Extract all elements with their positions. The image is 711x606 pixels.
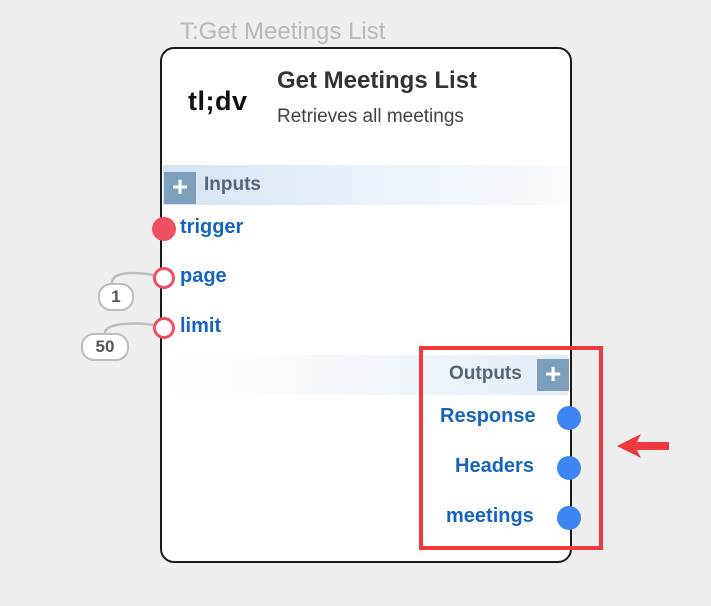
node-subtitle: Retrieves all meetings bbox=[277, 106, 464, 127]
limit-port[interactable] bbox=[153, 317, 175, 339]
node-tag: T:Get Meetings List bbox=[180, 18, 386, 45]
add-input-button[interactable]: + bbox=[164, 172, 196, 204]
input-trigger-label: trigger bbox=[180, 216, 244, 238]
node-title: Get Meetings List bbox=[277, 67, 478, 94]
tldv-logo: tl;dv bbox=[188, 86, 248, 116]
outputs-highlight-box bbox=[419, 346, 603, 550]
input-page-label: page bbox=[180, 265, 227, 287]
arrow-left-icon bbox=[617, 434, 669, 458]
input-limit-label: limit bbox=[180, 315, 222, 337]
limit-default-value[interactable]: 50 bbox=[81, 333, 129, 361]
page-port[interactable] bbox=[153, 267, 175, 289]
trigger-port[interactable] bbox=[152, 217, 176, 241]
page-default-value[interactable]: 1 bbox=[98, 283, 134, 311]
inputs-label: Inputs bbox=[204, 174, 261, 195]
